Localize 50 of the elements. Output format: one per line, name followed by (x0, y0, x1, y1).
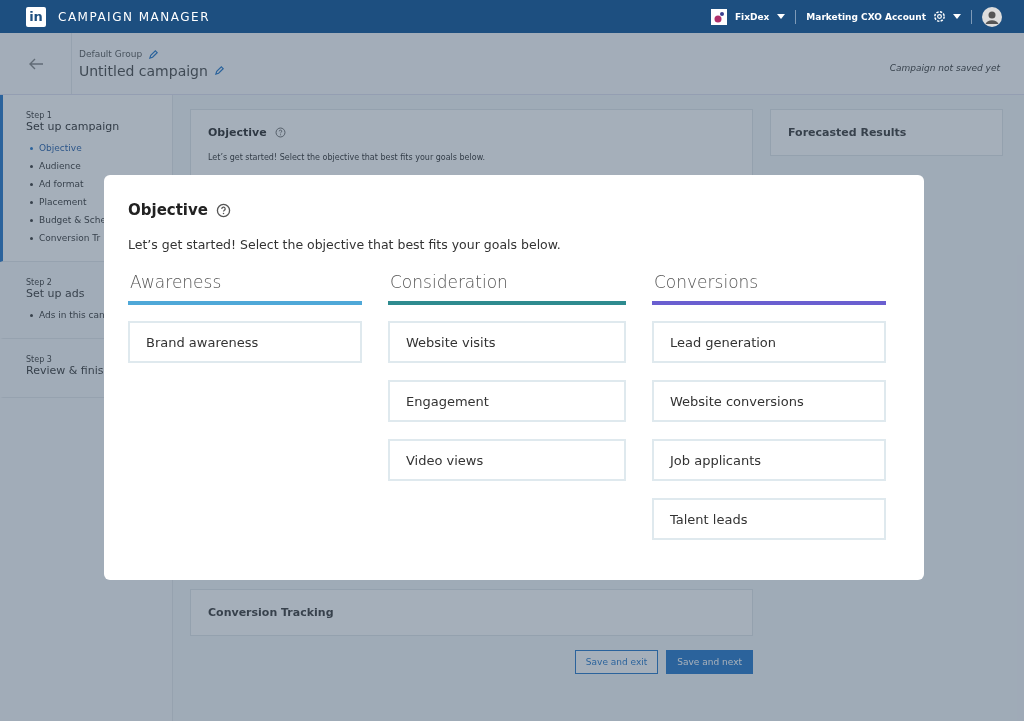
account-label[interactable]: Marketing CXO Account (806, 11, 926, 22)
campaign-name: Untitled campaign (79, 62, 208, 79)
objective-option[interactable]: Website conversions (652, 380, 886, 422)
step-title: Set up ads (26, 287, 86, 300)
bullet-icon (30, 146, 33, 150)
sidebar-item[interactable]: Objective (39, 143, 82, 153)
app-title: CAMPAIGN MANAGER (58, 9, 211, 24)
bullet-icon (30, 218, 33, 222)
sidebar-item[interactable]: Audience (39, 161, 81, 171)
sidebar-item[interactable]: Placement (39, 197, 87, 207)
settings-icon[interactable] (932, 9, 947, 24)
linkedin-logo[interactable]: in (26, 6, 46, 27)
pencil-icon[interactable] (213, 65, 225, 76)
sidebar-item[interactable]: Ads in this can (39, 310, 105, 320)
objective-option[interactable]: Lead generation (652, 321, 886, 363)
step-number: Step 3 (26, 355, 53, 364)
bullet-icon (30, 236, 33, 240)
column-heading: Consideration (389, 272, 509, 294)
pencil-icon[interactable] (148, 48, 160, 60)
bullet-icon (30, 200, 33, 204)
step-title: Review & finis (26, 364, 105, 377)
bullet-icon (30, 182, 33, 186)
card-subtitle: Let’s get started! Select the objective that best fits your goals below. (208, 153, 486, 162)
dialog-title: Objective (128, 201, 208, 219)
step-title: Set up campaign (26, 120, 121, 133)
save-status: Campaign not saved yet (889, 62, 1000, 73)
sidebar-item[interactable]: Ad format (39, 179, 84, 189)
objective-option[interactable]: Job applicants (652, 439, 886, 481)
sidebar-item[interactable]: Conversion Tr (39, 233, 101, 243)
card-title: Conversion Tracking (208, 606, 335, 619)
bullet-icon (30, 313, 33, 317)
objective-option[interactable]: Website visits (388, 321, 626, 363)
dialog-subtitle: Let’s get started! Select the objective that best fits your goals below. (128, 237, 562, 252)
help-icon[interactable] (215, 202, 231, 218)
objective-option[interactable]: Brand awareness (128, 321, 362, 363)
caret-icon[interactable] (777, 14, 786, 19)
objective-option[interactable]: Video views (388, 439, 626, 481)
objective-option[interactable]: Engagement (388, 380, 626, 422)
avatar-icon[interactable] (982, 6, 1002, 27)
caret-icon[interactable] (953, 14, 961, 19)
bullet-icon (30, 164, 33, 168)
column-heading: Conversions (653, 272, 760, 294)
step-number: Step 1 (26, 111, 53, 120)
company-logo-icon (710, 8, 727, 25)
group-name: Default Group (79, 49, 143, 59)
column-heading: Awareness (129, 272, 223, 294)
card-title: Forecasted Results (788, 126, 908, 139)
account-name[interactable]: FixDex (734, 11, 770, 22)
card-title: Objective (208, 126, 267, 139)
objective-option[interactable]: Talent leads (652, 498, 886, 540)
